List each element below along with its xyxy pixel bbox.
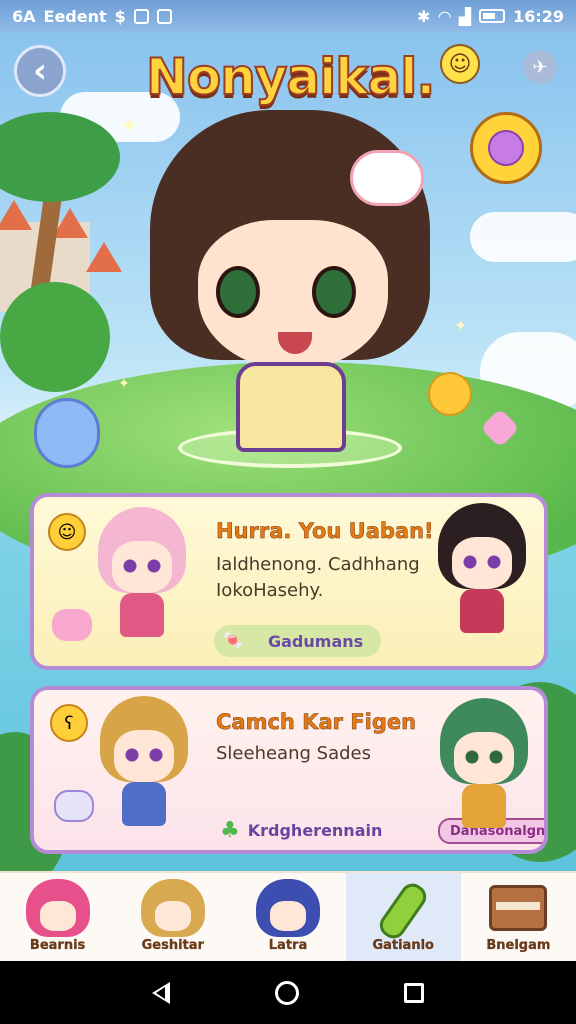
bear-badge-icon: ʕ bbox=[50, 704, 88, 742]
nav-label: Bnelgam bbox=[486, 938, 551, 953]
sparkle-icon: ✦ bbox=[454, 316, 468, 335]
pill-label: Gadumans bbox=[268, 631, 364, 651]
cloud-decoration bbox=[470, 212, 576, 262]
castle-roof bbox=[86, 242, 122, 272]
hero-eye-right bbox=[312, 266, 356, 318]
bottom-nav: Bearnis Geshitar Latra Gatianlo Bnelgam bbox=[0, 871, 576, 961]
hero-body bbox=[236, 362, 346, 452]
star-sticker-icon bbox=[428, 372, 472, 416]
green-hair-character bbox=[434, 698, 534, 838]
system-back-icon[interactable] bbox=[152, 981, 171, 1004]
status-bar: 6A Eedent $ ✱ ◠ ▟ 16:29 bbox=[0, 0, 576, 32]
chevron-left-icon: ‹ bbox=[32, 51, 47, 91]
message-icon bbox=[156, 8, 172, 24]
nav-item-latra[interactable]: Latra bbox=[230, 873, 345, 961]
pink-hair-character bbox=[92, 507, 192, 647]
status-left: 6A Eedent $ bbox=[12, 7, 172, 26]
card-line-2: IokoHasehy. bbox=[216, 580, 324, 601]
battery-icon bbox=[479, 9, 506, 23]
nav-label: Gatianlo bbox=[372, 938, 434, 953]
system-recents-icon[interactable] bbox=[403, 982, 424, 1003]
castle-roof bbox=[0, 200, 32, 230]
card-line-1: Sleeheang Sades bbox=[216, 743, 371, 764]
sparkle-icon: ✦ bbox=[118, 376, 130, 392]
back-button[interactable]: ‹ bbox=[14, 45, 66, 97]
blue-avatar-icon bbox=[256, 879, 320, 937]
system-nav-bar bbox=[0, 961, 576, 1024]
system-home-icon[interactable] bbox=[274, 980, 299, 1005]
pin-button[interactable]: ✈ bbox=[523, 50, 557, 84]
card-title: Camch Kar Figen bbox=[216, 710, 417, 735]
sparkle-icon: ✦ bbox=[120, 114, 139, 139]
bluetooth-icon: ✱ bbox=[417, 6, 431, 26]
message-card-2[interactable]: ʕ Camch Kar Figen Sleeheang Sades ♣ Krdg… bbox=[30, 686, 548, 854]
wifi-icon: ◠ bbox=[438, 6, 451, 26]
nav-label: Bearnis bbox=[29, 938, 86, 953]
nav-label: Geshitar bbox=[141, 938, 204, 953]
candy-icon: 🍬 bbox=[222, 630, 245, 651]
blonde-character bbox=[94, 696, 194, 836]
hero-character[interactable] bbox=[150, 110, 430, 470]
signal-icon: ▟ bbox=[458, 6, 472, 26]
dark-hair-character bbox=[432, 503, 532, 643]
pink-plush-icon bbox=[52, 609, 92, 641]
nav-item-geshitar[interactable]: Geshitar bbox=[115, 873, 230, 961]
book-icon bbox=[489, 885, 548, 931]
bush bbox=[0, 282, 110, 392]
nav-label: Latra bbox=[268, 938, 308, 953]
clover-icon: ♣ bbox=[220, 818, 240, 843]
heart-sticker-icon bbox=[34, 398, 100, 468]
status-time: 16:29 bbox=[513, 6, 564, 26]
card-link[interactable]: ♣ Krdgherennain bbox=[220, 818, 382, 843]
status-text-1: 6A bbox=[12, 6, 36, 26]
message-card-1[interactable]: ☺ Hurra. You Uaban! Ialdhenong. Cadhhang… bbox=[30, 493, 548, 670]
nav-item-bearnis[interactable]: Bearnis bbox=[0, 873, 115, 961]
status-right: ✱ ◠ ▟ 16:29 bbox=[417, 7, 564, 26]
cucumber-icon bbox=[375, 878, 432, 944]
card-link-label: Krdgherennain bbox=[247, 821, 383, 840]
pin-icon: ✈ bbox=[532, 56, 548, 78]
nav-item-bnelgam[interactable]: Bnelgam bbox=[461, 873, 576, 961]
smile-icon: ☺ bbox=[440, 44, 480, 84]
card-title: Hurra. You Uaban! bbox=[216, 519, 434, 544]
cloud-hairpin bbox=[350, 150, 424, 206]
chat-bubble-icon[interactable] bbox=[470, 112, 542, 184]
card-line-1: Ialdhenong. Cadhhang bbox=[216, 554, 420, 575]
blonde-avatar-icon bbox=[140, 879, 205, 937]
nav-item-gatianlo[interactable]: Gatianlo bbox=[345, 873, 461, 961]
status-text-2: Eedent bbox=[43, 6, 107, 26]
notification-icon bbox=[133, 8, 149, 24]
speech-bubble-icon bbox=[54, 790, 94, 822]
dollar-icon: $ bbox=[114, 6, 126, 26]
hero-eye-left bbox=[216, 266, 260, 318]
pill-button[interactable]: 🍬 Gadumans bbox=[214, 625, 382, 657]
pink-avatar-icon bbox=[25, 879, 90, 937]
app-title: Nonyaikal. bbox=[145, 47, 436, 107]
smile-badge-icon: ☺ bbox=[48, 513, 86, 551]
